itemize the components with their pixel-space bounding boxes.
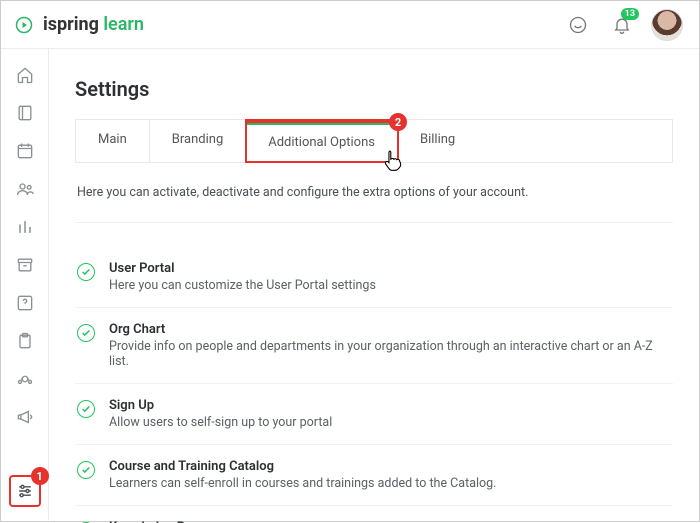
tab-callout-badge: 2 [389,113,407,131]
topbar: ispring learn 13 [1,1,699,49]
sidebar-item-clipboard[interactable] [9,325,41,357]
tab-additional-options[interactable]: Additional Options 2 [246,120,398,162]
option-sign-up[interactable]: Sign Up Allow users to self-sign up to y… [75,384,673,445]
tab-main[interactable]: Main [76,120,150,162]
brand-text: ispring learn [43,14,144,35]
tab-billing[interactable]: Billing [398,120,477,162]
option-title: User Portal [109,261,376,276]
option-course-catalog[interactable]: Course and Training Catalog Learners can… [75,445,673,506]
check-icon [77,324,95,342]
sidebar-item-home[interactable] [9,59,41,91]
avatar[interactable] [651,9,683,41]
topbar-right: 13 [563,9,683,41]
page-title: Settings [75,77,673,101]
sidebar-item-settings[interactable]: 1 [9,475,41,507]
option-sub: Here you can customize the User Portal s… [109,278,376,293]
pointer-cursor-icon [383,148,405,178]
brand-icon [15,16,33,34]
bell-badge: 13 [621,8,639,20]
option-sub: Learners can self-enroll in courses and … [109,476,496,491]
options-list: User Portal Here you can customize the U… [75,247,673,523]
option-title: Org Chart [109,322,671,337]
option-sub: Provide info on people and departments i… [109,339,671,369]
intro-text: Here you can activate, deactivate and co… [75,163,673,223]
tabs: Main Branding Additional Options 2 Billi… [75,119,673,163]
chat-icon[interactable] [563,10,593,40]
sidebar-item-announce[interactable] [9,401,41,433]
sidebar-item-users[interactable] [9,173,41,205]
check-icon [77,461,95,479]
sidebar-item-gamification[interactable] [9,363,41,395]
sidebar-item-help[interactable] [9,287,41,319]
brand-name1: ispring [43,14,99,35]
option-user-portal[interactable]: User Portal Here you can customize the U… [75,247,673,308]
sidebar-item-calendar[interactable] [9,135,41,167]
tab-branding[interactable]: Branding [150,120,246,162]
sidebar-item-reports[interactable] [9,211,41,243]
sidebar-item-library[interactable] [9,97,41,129]
option-org-chart[interactable]: Org Chart Provide info on people and dep… [75,308,673,384]
option-sub: Allow users to self-sign up to your port… [109,415,332,430]
check-icon [77,263,95,281]
sidebar: 1 [1,49,49,523]
settings-callout-badge: 1 [31,467,49,485]
check-icon [77,400,95,418]
brand-name2: learn [103,14,144,35]
tab-additional-options-label: Additional Options [268,135,375,150]
brand[interactable]: ispring learn [15,14,144,35]
option-title: Sign Up [109,398,332,413]
option-title: Course and Training Catalog [109,459,496,474]
sidebar-item-archive[interactable] [9,249,41,281]
bell-icon[interactable]: 13 [607,10,637,40]
option-knowledge-base[interactable]: Knowledge Base Build a knowledge base ou… [75,506,673,523]
main: Settings Main Branding Additional Option… [49,49,699,523]
